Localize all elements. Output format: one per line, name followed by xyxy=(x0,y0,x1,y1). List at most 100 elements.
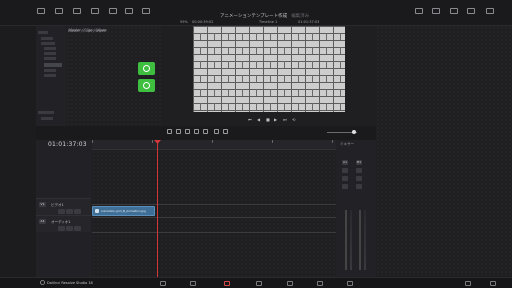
link-icon[interactable] xyxy=(203,129,208,134)
eye-icon[interactable] xyxy=(74,209,81,214)
level-meter xyxy=(350,210,352,270)
cut-page-icon[interactable] xyxy=(190,281,196,286)
fairlight-page-icon[interactable] xyxy=(317,281,323,286)
clip-label: animation-grid_B_Animation.jpg xyxy=(101,209,146,213)
transitions-icon[interactable] xyxy=(73,8,81,14)
loop-icon[interactable]: ⟲ xyxy=(292,117,295,122)
viewer-fps: 59% xyxy=(180,20,188,24)
bin-item[interactable] xyxy=(44,47,56,50)
mute-icon[interactable] xyxy=(74,226,81,231)
project-settings-icon[interactable] xyxy=(490,281,496,286)
lock-icon[interactable] xyxy=(58,226,65,231)
play-icon[interactable]: ▶ xyxy=(274,117,277,122)
track-badge[interactable]: A1 xyxy=(39,219,46,224)
bin-item-selected[interactable] xyxy=(44,63,62,67)
media-pool: Master / Clips / Wipes xyxy=(66,26,224,126)
flag-icon[interactable] xyxy=(214,129,219,134)
bin-item[interactable] xyxy=(41,42,55,45)
clip-thumbnail[interactable] xyxy=(138,62,155,75)
eq-button[interactable] xyxy=(342,168,348,173)
video-clip[interactable]: animation-grid_B_Animation.jpg xyxy=(92,206,155,216)
auto-select-icon[interactable] xyxy=(66,209,73,214)
wipe-icon xyxy=(143,65,150,72)
media-pool-path-header: Master / Clips / Wipes xyxy=(68,29,106,33)
solo-icon[interactable] xyxy=(66,226,73,231)
timeline-toolbar xyxy=(36,126,376,140)
track-badge[interactable]: V1 xyxy=(39,202,46,207)
track-name[interactable]: オーディオ1 xyxy=(51,220,70,225)
home-icon[interactable] xyxy=(465,281,471,286)
wipe-icon xyxy=(143,82,150,89)
brick-row xyxy=(193,89,345,96)
dynamics-button[interactable] xyxy=(342,176,348,181)
track-name[interactable]: ビデオ1 xyxy=(51,203,64,208)
mixer-toggle-icon[interactable] xyxy=(450,8,458,14)
viewer-timecode-right: 01:01:37:03 xyxy=(298,20,320,24)
playhead[interactable] xyxy=(157,140,158,277)
media-page-icon[interactable] xyxy=(160,281,166,286)
media-pool-icon[interactable] xyxy=(37,8,45,14)
ruler-tick xyxy=(212,140,213,143)
fusion-page-icon[interactable] xyxy=(256,281,262,286)
track-divider xyxy=(92,217,336,218)
marker-icon[interactable] xyxy=(223,129,228,134)
audio-track-header: A1 オーディオ1 xyxy=(36,215,91,232)
level-meter xyxy=(364,210,366,270)
bin-item[interactable] xyxy=(44,74,56,77)
color-page-icon[interactable] xyxy=(287,281,293,286)
index-icon[interactable] xyxy=(125,8,133,14)
trim-tool-icon[interactable] xyxy=(176,129,181,134)
track-divider xyxy=(92,204,336,205)
smart-bin-item[interactable] xyxy=(41,117,53,120)
zoom-slider-knob[interactable] xyxy=(352,130,356,134)
brick-row xyxy=(193,75,345,82)
top-toolbar: アニメーションテンプレート作成 編集済み xyxy=(0,0,512,26)
viewer-image[interactable] xyxy=(193,26,345,112)
stop-icon[interactable]: ■ xyxy=(266,117,270,122)
ruler-tick xyxy=(272,140,273,143)
bin-item[interactable] xyxy=(44,69,56,72)
clip-thumbnail[interactable] xyxy=(138,79,155,92)
volume-fader[interactable] xyxy=(345,210,347,270)
mixer-panel: ミキサー A1 M1 xyxy=(336,140,376,277)
inspector-icon[interactable] xyxy=(415,8,423,14)
skip-forward-icon[interactable]: ⏭ xyxy=(283,117,287,122)
keyframes-icon[interactable] xyxy=(467,8,475,14)
eq-button[interactable] xyxy=(356,168,362,173)
project-name: アニメーションテンプレート作成 xyxy=(220,14,288,19)
bin-item[interactable] xyxy=(38,31,48,34)
timeline-selector[interactable]: Timeline 1 xyxy=(259,20,277,24)
dynamics-button[interactable] xyxy=(356,176,362,181)
pan-button[interactable] xyxy=(342,184,348,189)
brick-row xyxy=(193,103,345,110)
snapping-icon[interactable] xyxy=(194,129,199,134)
titles-icon[interactable] xyxy=(91,8,99,14)
play-reverse-icon[interactable]: ◀ xyxy=(257,117,260,122)
bin-item[interactable] xyxy=(44,52,56,55)
skip-back-icon[interactable]: ⏮ xyxy=(248,117,252,122)
lock-icon[interactable] xyxy=(58,209,65,214)
image-icon xyxy=(95,209,99,213)
sync-bin-icon[interactable] xyxy=(55,8,63,14)
effects-icon[interactable] xyxy=(109,8,117,14)
pan-button[interactable] xyxy=(356,184,362,189)
timeline-ruler[interactable] xyxy=(92,140,336,150)
smart-bins-header[interactable] xyxy=(38,111,54,114)
edited-status: 編集済み xyxy=(291,14,310,19)
viewer-right-pad xyxy=(345,26,376,116)
bin-sidebar xyxy=(36,26,66,126)
sound-library-icon[interactable] xyxy=(142,8,150,14)
deliver-page-icon[interactable] xyxy=(347,281,353,286)
brick-row xyxy=(193,61,345,68)
settings-icon[interactable] xyxy=(486,8,494,14)
blade-tool-icon[interactable] xyxy=(185,129,190,134)
mixer-title: ミキサー xyxy=(340,142,354,146)
metadata-icon[interactable] xyxy=(432,8,440,14)
mixer-channel-label: A1 xyxy=(342,160,348,165)
bin-item[interactable] xyxy=(44,57,56,60)
brick-row xyxy=(193,33,345,40)
selection-tool-icon[interactable] xyxy=(167,129,172,134)
edit-page-icon[interactable] xyxy=(224,281,230,286)
bin-item[interactable] xyxy=(41,37,53,40)
volume-fader[interactable] xyxy=(359,210,361,270)
